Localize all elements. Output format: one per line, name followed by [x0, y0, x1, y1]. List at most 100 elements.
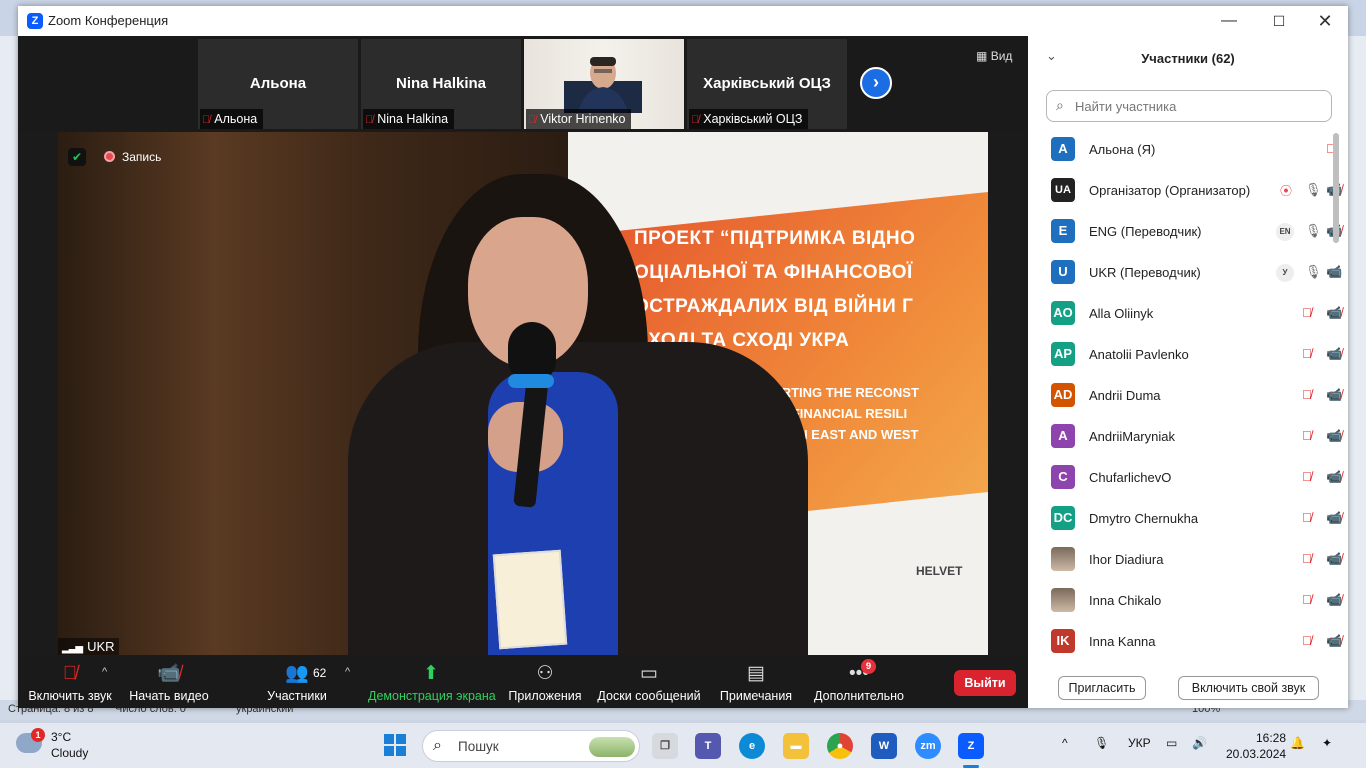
video-off-icon: 📹̸	[1326, 305, 1343, 320]
apps-button[interactable]: ⚇ Приложения	[508, 662, 582, 703]
more-button[interactable]: ••• Дополнительно	[812, 662, 906, 703]
participant-row[interactable]: EENG (Переводчик)EN🎙📹̸	[1028, 211, 1348, 252]
muted-mic-icon: 🎙̸	[202, 114, 211, 126]
whiteboards-button[interactable]: ▭ Доски сообщений	[596, 662, 702, 703]
tray-microphone-icon[interactable]: 🎙	[1094, 736, 1109, 750]
participant-row[interactable]: DC Dmytro Chernukha 🎙̸ 📹̸	[1028, 498, 1348, 539]
recording-indicator[interactable]: Запись	[104, 150, 161, 164]
participant-name: ENG (Переводчик)	[1089, 224, 1202, 239]
muted-mic-icon: 🎙̸	[1302, 428, 1312, 443]
share-screen-button[interactable]: ⬆ Демонстрация экрана	[368, 662, 496, 703]
participant-list-scrollbar[interactable]	[1333, 133, 1339, 243]
grid-icon: ▦	[976, 49, 988, 63]
window-title: Zoom Конференция	[48, 13, 169, 28]
thumbnail-participant[interactable]: Nina Halkina 🎙̸ Nina Halkina	[361, 39, 521, 129]
thumbnail-participant-video[interactable]: 🎙̸ Viktor Hrinenko	[524, 39, 684, 129]
file-explorer-icon[interactable]: ▬	[783, 733, 809, 759]
taskbar-clock[interactable]: 16:28 20.03.2024	[1226, 730, 1286, 762]
participant-row[interactable]: AP Anatolii Pavlenko 🎙̸ 📹̸	[1028, 334, 1348, 375]
search-input[interactable]	[1075, 96, 1315, 116]
more-notification-badge: 9	[861, 659, 876, 674]
unmute-button[interactable]: 🎙̸ Включить звук	[28, 662, 112, 703]
weather-condition[interactable]: Cloudy	[51, 746, 88, 760]
maximize-button[interactable]: ☐	[1264, 10, 1294, 32]
title-bar: Z Zoom Конференция — ☐ ✕	[18, 6, 1348, 36]
participant-avatar: AO	[1051, 301, 1075, 325]
muted-mic-icon: 🎙̸	[528, 114, 537, 126]
taskbar-search[interactable]: ⌕ Пошук	[422, 730, 640, 762]
more-icon: •••	[849, 663, 869, 684]
start-windows-icon[interactable]	[384, 734, 406, 756]
participant-row[interactable]: AO Alla Oliinyk 🎙̸ 📹̸	[1028, 293, 1348, 334]
thumbnail-label: 🎙̸ Viktor Hrinenko	[526, 109, 632, 129]
invite-button[interactable]: Пригласить	[1058, 676, 1146, 700]
participant-row[interactable]: Inna Chikalo 🎙̸ 📹̸	[1028, 580, 1348, 621]
participant-name: ChufarlichevO	[1089, 470, 1172, 485]
search-icon: ⌕	[433, 737, 442, 754]
word-right-strip	[1348, 36, 1366, 700]
participant-search[interactable]: ⌕	[1046, 90, 1332, 122]
copilot-icon[interactable]: ✦	[1322, 736, 1332, 750]
participant-row[interactable]: IK Inna Kanna 🎙̸ 📹̸	[1028, 621, 1348, 662]
tray-overflow-icon[interactable]: ^	[1062, 736, 1068, 750]
thumbnail-participant[interactable]: Харківський ОЦЗ 🎙̸ Харківський ОЦЗ	[687, 39, 847, 129]
unmute-self-button[interactable]: Включить свой звук	[1178, 676, 1319, 700]
banner-text-ua: ПРОЕКТ “ПІДТРИМКА ВІДНО ОЦІАЛЬНОЇ ТА ФІН…	[634, 228, 916, 351]
next-page-button[interactable]: ›	[860, 67, 892, 99]
teams-icon[interactable]: T	[695, 733, 721, 759]
muted-mic-icon: 🎙̸	[1302, 510, 1312, 525]
start-video-button[interactable]: 📹̸ Начать видео	[128, 662, 210, 703]
mic-icon: 🎙	[1305, 223, 1322, 238]
participant-row[interactable]: A AndriiMaryniak 🎙̸ 📹̸	[1028, 416, 1348, 457]
participant-name: Inna Kanna	[1089, 634, 1156, 649]
speaker-name-tag: ▂▃▅ UKR	[58, 638, 119, 655]
windows-taskbar: 1 3°C Cloudy ⌕ Пошук ❐ T e ▬ ● W zm Z ^ …	[0, 722, 1366, 768]
participant-list[interactable]: A Альона (Я) 🎙̸ UA Організатор (Организатор)…	[1028, 129, 1348, 664]
volume-icon[interactable]: 🔊	[1192, 736, 1207, 750]
audio-options-caret[interactable]: ^	[102, 666, 107, 678]
participant-name: Dmytro Chernukha	[1089, 511, 1199, 526]
word-icon[interactable]: W	[871, 733, 897, 759]
chrome-icon[interactable]: ●	[827, 733, 853, 759]
notifications-bell-icon[interactable]: 🔔	[1290, 736, 1305, 750]
view-button[interactable]: ▦ Вид	[976, 49, 1012, 63]
participant-row[interactable]: Ihor Diadiura 🎙̸ 📹̸	[1028, 539, 1348, 580]
participant-row[interactable]: UAОрганізатор (Организатор)⦿🎙📹̸	[1028, 170, 1348, 211]
zoom-app-icon[interactable]: Z	[958, 733, 984, 759]
share-screen-icon: ⬆	[423, 663, 439, 684]
task-view-icon[interactable]: ❐	[652, 733, 678, 759]
participants-options-caret[interactable]: ^	[345, 666, 350, 678]
participant-row[interactable]: C ChufarlichevO 🎙̸ 📹̸	[1028, 457, 1348, 498]
zoom-window: Z Zoom Конференция — ☐ ✕ Альона 🎙̸ Альона…	[18, 6, 1348, 708]
muted-mic-icon: 🎙̸	[1302, 551, 1312, 566]
encryption-shield-icon[interactable]: ✔	[68, 148, 86, 166]
participant-avatar: AP	[1051, 342, 1075, 366]
thumbnail-participant[interactable]: Альона 🎙̸ Альона	[198, 39, 358, 129]
muted-mic-icon: 🎙̸	[1302, 592, 1312, 607]
video-person-image	[564, 57, 642, 113]
thumbnail-label: 🎙̸ Альона	[200, 109, 264, 129]
edge-icon[interactable]: e	[739, 733, 765, 759]
participant-name: AndriiMaryniak	[1089, 429, 1175, 444]
network-icon[interactable]: ▭	[1166, 736, 1177, 750]
keyboard-language[interactable]: УКР	[1128, 736, 1151, 750]
word-left-strip	[0, 36, 18, 700]
notes-button[interactable]: ▤ Примечания	[718, 662, 794, 703]
zoom-workplace-icon[interactable]: zm	[915, 733, 941, 759]
participant-row[interactable]: A Альона (Я) 🎙̸	[1028, 129, 1348, 170]
video-off-icon: 📹̸	[1326, 346, 1343, 361]
search-highlight-image	[589, 737, 635, 757]
video-off-icon: 📹̸	[1326, 592, 1343, 607]
muted-mic-icon: 🎙̸	[1302, 387, 1312, 402]
minimize-button[interactable]: —	[1214, 10, 1244, 32]
weather-temperature[interactable]: 3°C	[51, 730, 71, 744]
video-icon: 📹	[1326, 264, 1343, 279]
participant-row[interactable]: AD Andrii Duma 🎙̸ 📹̸	[1028, 375, 1348, 416]
participants-panel: ⌄ Участники (62) ⌕ AАльона (Я)🎙̸UAОргані…	[1028, 36, 1348, 708]
participant-avatar: AD	[1051, 383, 1075, 407]
leave-meeting-button[interactable]: Выйти	[954, 670, 1016, 696]
recording-dot-icon	[104, 151, 115, 162]
participant-row[interactable]: U UKR (Переводчик) У 🎙 📹	[1028, 252, 1348, 293]
close-button[interactable]: ✕	[1310, 10, 1340, 32]
zoom-logo-icon: Z	[27, 13, 43, 29]
